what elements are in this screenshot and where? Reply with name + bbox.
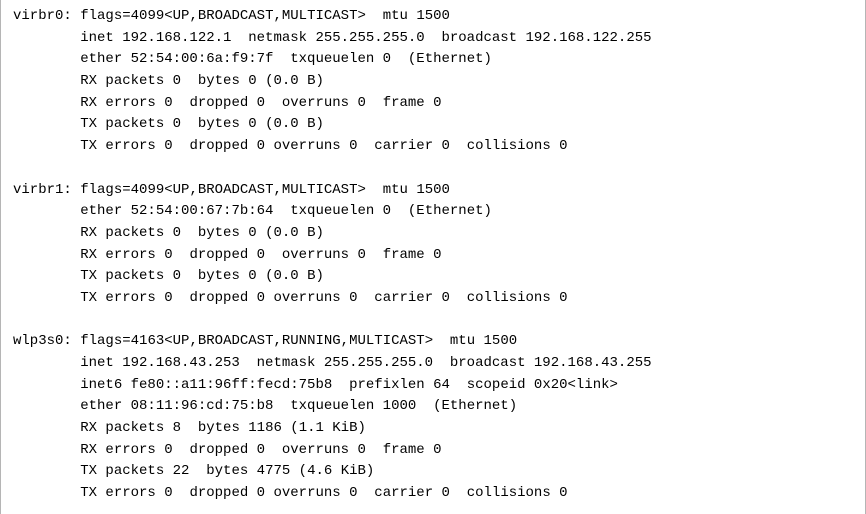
iface-wlp3s0-ether-mac: 08:11:96:cd:75:b8 bbox=[131, 398, 274, 414]
iface-virbr1-tx-dropped: 0 bbox=[257, 290, 265, 306]
iface-virbr0-flags-value: 4099 bbox=[131, 8, 165, 24]
iface-virbr0-mtu: 1500 bbox=[416, 8, 450, 24]
iface-wlp3s0-rx-overruns: 0 bbox=[357, 442, 365, 458]
iface-virbr1-rx-bytes: 0 bbox=[248, 225, 256, 241]
iface-wlp3s0-rx-bytes: 1186 bbox=[248, 420, 282, 436]
iface-virbr1-tx-overruns: 0 bbox=[349, 290, 357, 306]
iface-wlp3s0-tx-dropped: 0 bbox=[257, 485, 265, 501]
iface-virbr1-rx-errors: 0 bbox=[164, 247, 172, 263]
iface-wlp3s0-tx-carrier: 0 bbox=[442, 485, 450, 501]
iface-virbr0-rx-human: 0.0 B bbox=[273, 73, 315, 89]
iface-virbr0-tx-bytes: 0 bbox=[248, 116, 256, 132]
iface-virbr0-ether-type: Ethernet bbox=[416, 51, 483, 67]
iface-virbr0-inet-broadcast: 192.168.122.255 bbox=[526, 30, 652, 46]
iface-virbr0-tx-collisions: 0 bbox=[559, 138, 567, 154]
iface-virbr0-tx-human: 0.0 B bbox=[273, 116, 315, 132]
iface-wlp3s0-inet6-scopeid: 0x20<link> bbox=[534, 377, 618, 393]
iface-virbr1-rx-overruns: 0 bbox=[357, 247, 365, 263]
iface-virbr0-inet-addr: 192.168.122.1 bbox=[122, 30, 231, 46]
iface-virbr1-name: virbr1 bbox=[13, 182, 63, 198]
iface-virbr1-rx-human: 0.0 B bbox=[273, 225, 315, 241]
iface-virbr0-ether-mac: 52:54:00:6a:f9:7f bbox=[131, 51, 274, 67]
iface-virbr0-tx-carrier: 0 bbox=[442, 138, 450, 154]
iface-virbr0-tx-packets: 0 bbox=[173, 116, 181, 132]
ifconfig-output: virbr0: flags=4099<UP,BROADCAST,MULTICAS… bbox=[1, 6, 865, 505]
iface-wlp3s0-rx-errors: 0 bbox=[164, 442, 172, 458]
iface-virbr1-tx-collisions: 0 bbox=[559, 290, 567, 306]
iface-virbr1-rx-dropped: 0 bbox=[257, 247, 265, 263]
iface-wlp3s0-rx-frame: 0 bbox=[433, 442, 441, 458]
iface-virbr0-rx-bytes: 0 bbox=[248, 73, 256, 89]
iface-wlp3s0-tx-human: 4.6 KiB bbox=[307, 463, 366, 479]
iface-virbr1-rx-packets: 0 bbox=[173, 225, 181, 241]
iface-wlp3s0-inet-addr: 192.168.43.253 bbox=[122, 355, 240, 371]
iface-wlp3s0-inet-broadcast: 192.168.43.255 bbox=[534, 355, 652, 371]
iface-wlp3s0-rx-human: 1.1 KiB bbox=[299, 420, 358, 436]
iface-wlp3s0-tx-packets: 22 bbox=[173, 463, 190, 479]
iface-virbr0-rx-packets: 0 bbox=[173, 73, 181, 89]
iface-wlp3s0-tx-overruns: 0 bbox=[349, 485, 357, 501]
iface-virbr1-tx-bytes: 0 bbox=[248, 268, 256, 284]
iface-virbr0-rx-errors: 0 bbox=[164, 95, 172, 111]
iface-virbr1-mtu: 1500 bbox=[416, 182, 450, 198]
iface-wlp3s0-rx-dropped: 0 bbox=[257, 442, 265, 458]
iface-wlp3s0-mtu: 1500 bbox=[484, 333, 518, 349]
iface-virbr1-flags-list: UP,BROADCAST,MULTICAST bbox=[173, 182, 358, 198]
iface-virbr0-tx-errors: 0 bbox=[164, 138, 172, 154]
iface-virbr1-flags-value: 4099 bbox=[131, 182, 165, 198]
iface-virbr1-tx-errors: 0 bbox=[164, 290, 172, 306]
iface-virbr1-ether-type: Ethernet bbox=[416, 203, 483, 219]
iface-virbr0-ether-txqueuelen: 0 bbox=[383, 51, 391, 67]
iface-virbr1-ether-txqueuelen: 0 bbox=[383, 203, 391, 219]
iface-virbr1-tx-human: 0.0 B bbox=[273, 268, 315, 284]
iface-virbr0-inet-netmask: 255.255.255.0 bbox=[315, 30, 424, 46]
iface-wlp3s0-inet-netmask: 255.255.255.0 bbox=[324, 355, 433, 371]
iface-virbr1-tx-carrier: 0 bbox=[442, 290, 450, 306]
terminal-viewport: virbr0: flags=4099<UP,BROADCAST,MULTICAS… bbox=[0, 0, 866, 514]
iface-virbr1-tx-packets: 0 bbox=[173, 268, 181, 284]
iface-wlp3s0-rx-packets: 8 bbox=[173, 420, 181, 436]
iface-virbr0-tx-dropped: 0 bbox=[257, 138, 265, 154]
iface-virbr0-rx-overruns: 0 bbox=[357, 95, 365, 111]
iface-virbr0-tx-overruns: 0 bbox=[349, 138, 357, 154]
iface-virbr0-name: virbr0 bbox=[13, 8, 63, 24]
iface-wlp3s0-flags-list: UP,BROADCAST,RUNNING,MULTICAST bbox=[173, 333, 425, 349]
iface-wlp3s0-inet6-addr: fe80::a11:96ff:fecd:75b8 bbox=[131, 377, 333, 393]
iface-wlp3s0-tx-bytes: 4775 bbox=[257, 463, 291, 479]
iface-virbr0-rx-frame: 0 bbox=[433, 95, 441, 111]
iface-virbr0-rx-dropped: 0 bbox=[257, 95, 265, 111]
iface-virbr0-flags-list: UP,BROADCAST,MULTICAST bbox=[173, 8, 358, 24]
iface-wlp3s0-tx-errors: 0 bbox=[164, 485, 172, 501]
iface-wlp3s0-ether-type: Ethernet bbox=[442, 398, 509, 414]
iface-virbr1-ether-mac: 52:54:00:67:7b:64 bbox=[131, 203, 274, 219]
iface-wlp3s0-name: wlp3s0 bbox=[13, 333, 63, 349]
iface-wlp3s0-tx-collisions: 0 bbox=[559, 485, 567, 501]
iface-virbr1-rx-frame: 0 bbox=[433, 247, 441, 263]
iface-wlp3s0-ether-txqueuelen: 1000 bbox=[383, 398, 417, 414]
iface-wlp3s0-inet6-prefixlen: 64 bbox=[433, 377, 450, 393]
iface-wlp3s0-flags-value: 4163 bbox=[131, 333, 165, 349]
